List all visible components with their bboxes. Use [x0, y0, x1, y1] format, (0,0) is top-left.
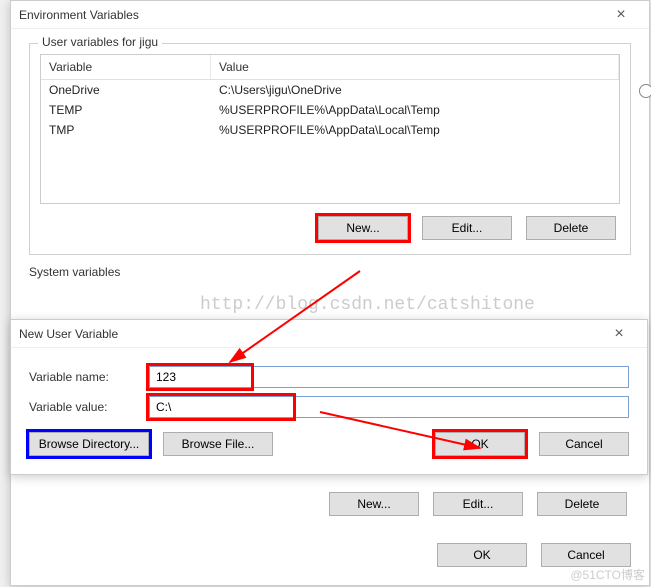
col-value[interactable]: Value	[211, 55, 619, 79]
footer-watermark: @51CTO博客	[570, 566, 645, 583]
cell-val: %USERPROFILE%\AppData\Local\Temp	[211, 120, 619, 140]
newvar-button-row: Browse Directory... Browse File... OK Ca…	[11, 426, 647, 462]
cell-var: TMP	[41, 120, 211, 140]
cell-var: OneDrive	[41, 80, 211, 100]
background-radio[interactable]	[639, 84, 651, 98]
browse-file-button[interactable]: Browse File...	[163, 432, 273, 456]
cell-val: C:\Users\jigu\OneDrive	[211, 80, 619, 100]
variable-name-input[interactable]	[149, 366, 629, 388]
environment-variables-dialog: Environment Variables × User variables f…	[10, 0, 650, 586]
new-user-variable-dialog: New User Variable × Variable name: Varia…	[10, 319, 648, 475]
col-variable[interactable]: Variable	[41, 55, 211, 79]
user-variables-table[interactable]: Variable Value OneDrive C:\Users\jigu\On…	[40, 54, 620, 204]
table-row[interactable]: TMP %USERPROFILE%\AppData\Local\Temp	[41, 120, 619, 140]
env-ok-button[interactable]: OK	[437, 543, 527, 567]
sys-new-button[interactable]: New...	[329, 492, 419, 516]
env-title: Environment Variables	[19, 8, 601, 22]
close-icon[interactable]: ×	[601, 6, 641, 24]
delete-button[interactable]: Delete	[526, 216, 616, 240]
newvar-cancel-button[interactable]: Cancel	[539, 432, 629, 456]
env-bottom-buttons: OK Cancel	[11, 533, 649, 577]
cell-val: %USERPROFILE%\AppData\Local\Temp	[211, 100, 619, 120]
user-buttons-row: New... Edit... Delete	[40, 204, 620, 246]
table-row[interactable]: OneDrive C:\Users\jigu\OneDrive	[41, 80, 619, 100]
table-header: Variable Value	[41, 55, 619, 80]
variable-value-label: Variable value:	[29, 400, 149, 414]
user-variables-group: User variables for jigu Variable Value O…	[29, 43, 631, 255]
env-cancel-button[interactable]: Cancel	[541, 543, 631, 567]
table-row[interactable]: TEMP %USERPROFILE%\AppData\Local\Temp	[41, 100, 619, 120]
cell-var: TEMP	[41, 100, 211, 120]
close-icon[interactable]: ×	[599, 325, 639, 343]
user-group-title: User variables for jigu	[38, 35, 162, 49]
sys-delete-button[interactable]: Delete	[537, 492, 627, 516]
variable-value-input[interactable]	[149, 396, 629, 418]
newvar-title: New User Variable	[19, 327, 599, 341]
variable-name-label: Variable name:	[29, 370, 149, 384]
system-variables-label: System variables	[29, 265, 631, 279]
newvar-ok-button[interactable]: OK	[435, 432, 525, 456]
new-button[interactable]: New...	[318, 216, 408, 240]
sys-edit-button[interactable]: Edit...	[433, 492, 523, 516]
variable-value-row: Variable value:	[29, 396, 629, 418]
env-titlebar: Environment Variables ×	[11, 1, 649, 29]
system-buttons-row: New... Edit... Delete	[325, 480, 631, 522]
browse-directory-button[interactable]: Browse Directory...	[29, 432, 149, 456]
variable-name-row: Variable name:	[29, 366, 629, 388]
edit-button[interactable]: Edit...	[422, 216, 512, 240]
newvar-titlebar: New User Variable ×	[11, 320, 647, 348]
